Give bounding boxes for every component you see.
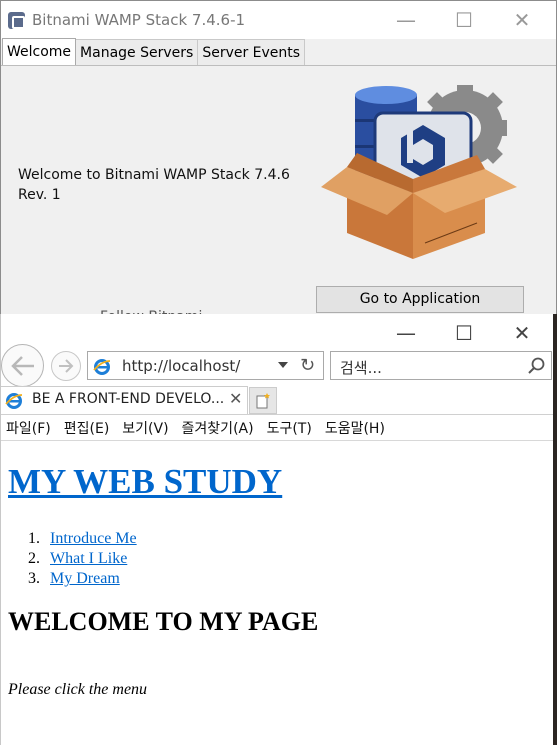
search-icon[interactable] bbox=[528, 357, 546, 375]
list-number: 2. bbox=[28, 550, 40, 567]
search-box[interactable]: 검색... bbox=[330, 351, 552, 380]
welcome-text: Welcome to Bitnami WAMP Stack 7.4.6 Rev.… bbox=[18, 167, 290, 203]
menu-tools[interactable]: 도구(T) bbox=[262, 418, 317, 438]
bitnami-window-title: Bitnami WAMP Stack 7.4.6-1 bbox=[32, 11, 246, 29]
bitnami-close-button[interactable]: ✕ bbox=[493, 1, 551, 39]
bitnami-tab-bar: Welcome Manage Servers Server Events bbox=[2, 38, 306, 65]
bitnami-window: Bitnami WAMP Stack 7.4.6-1 — ☐ ✕ Welcome… bbox=[0, 0, 557, 330]
new-tab-icon bbox=[256, 392, 270, 408]
menu-help[interactable]: 도움말(H) bbox=[320, 418, 390, 438]
refresh-icon[interactable]: ↻ bbox=[297, 355, 318, 376]
go-to-application-button[interactable]: Go to Application bbox=[316, 286, 524, 313]
ie-minimize-button[interactable]: — bbox=[377, 314, 435, 352]
welcome-heading: WELCOME TO MY PAGE bbox=[8, 607, 319, 636]
back-button[interactable] bbox=[1, 344, 44, 387]
ie-window: — ☐ ✕ http://localhost/ ↻ 검색... BE A FRO… bbox=[0, 314, 554, 745]
menu-edit[interactable]: 편집(E) bbox=[59, 418, 115, 438]
new-tab-button[interactable] bbox=[249, 387, 277, 414]
nav-list: 1. Introduce Me 2. What I Like 3. My Dre… bbox=[28, 529, 137, 589]
list-number: 1. bbox=[28, 530, 40, 547]
menu-bar: 파일(F) 편집(E) 보기(V) 즐겨찾기(A) 도구(T) 도움말(H) bbox=[1, 415, 554, 440]
ie-tab-icon bbox=[5, 393, 23, 409]
forward-button[interactable] bbox=[51, 351, 81, 381]
instruction-text: Please click the menu bbox=[8, 681, 148, 698]
page-title-link[interactable]: MY WEB STUDY bbox=[8, 462, 282, 502]
ie-titlebar[interactable]: — ☐ ✕ bbox=[1, 314, 554, 352]
bitnami-titlebar[interactable]: Bitnami WAMP Stack 7.4.6-1 — ☐ ✕ bbox=[1, 1, 556, 39]
link-introduce-me[interactable]: Introduce Me bbox=[50, 529, 137, 549]
tab-welcome[interactable]: Welcome bbox=[2, 38, 77, 65]
address-dropdown-icon[interactable] bbox=[278, 362, 288, 368]
bitnami-minimize-button[interactable]: — bbox=[377, 1, 435, 39]
list-item: 1. Introduce Me bbox=[28, 529, 137, 549]
address-input[interactable]: http://localhost/ bbox=[122, 357, 240, 375]
tab-manage-servers[interactable]: Manage Servers bbox=[75, 39, 199, 65]
menu-file[interactable]: 파일(F) bbox=[1, 418, 56, 438]
tab-title: BE A FRONT-END DEVELO... bbox=[32, 391, 225, 407]
address-bar[interactable]: http://localhost/ ↻ bbox=[87, 351, 324, 380]
link-my-dream[interactable]: My Dream bbox=[50, 569, 120, 589]
ie-page-icon bbox=[93, 359, 111, 375]
bitnami-box-logo bbox=[321, 85, 517, 259]
tab-divider bbox=[1, 65, 556, 66]
list-number: 3. bbox=[28, 570, 40, 587]
ie-maximize-button[interactable]: ☐ bbox=[435, 314, 493, 352]
search-input[interactable]: 검색... bbox=[340, 357, 382, 378]
list-item: 2. What I Like bbox=[28, 549, 137, 569]
screen: Bitnami WAMP Stack 7.4.6-1 — ☐ ✕ Welcome… bbox=[0, 0, 557, 745]
forward-arrow-icon bbox=[59, 359, 74, 373]
browser-tab-active[interactable]: BE A FRONT-END DEVELO... ✕ bbox=[1, 386, 248, 414]
menu-view[interactable]: 보기(V) bbox=[117, 418, 173, 438]
list-item: 3. My Dream bbox=[28, 569, 137, 589]
tab-server-events[interactable]: Server Events bbox=[197, 39, 306, 65]
tab-close-icon[interactable]: ✕ bbox=[229, 389, 242, 408]
page-content: MY WEB STUDY 1. Introduce Me 2. What I L… bbox=[1, 441, 554, 745]
ie-close-button[interactable]: ✕ bbox=[493, 314, 551, 352]
back-arrow-icon bbox=[10, 355, 34, 376]
bitnami-app-icon bbox=[8, 12, 25, 29]
bitnami-maximize-button[interactable]: ☐ bbox=[435, 1, 493, 39]
menu-favorites[interactable]: 즐겨찾기(A) bbox=[177, 418, 259, 438]
desktop-strip bbox=[553, 314, 557, 745]
link-what-i-like[interactable]: What I Like bbox=[50, 549, 127, 569]
